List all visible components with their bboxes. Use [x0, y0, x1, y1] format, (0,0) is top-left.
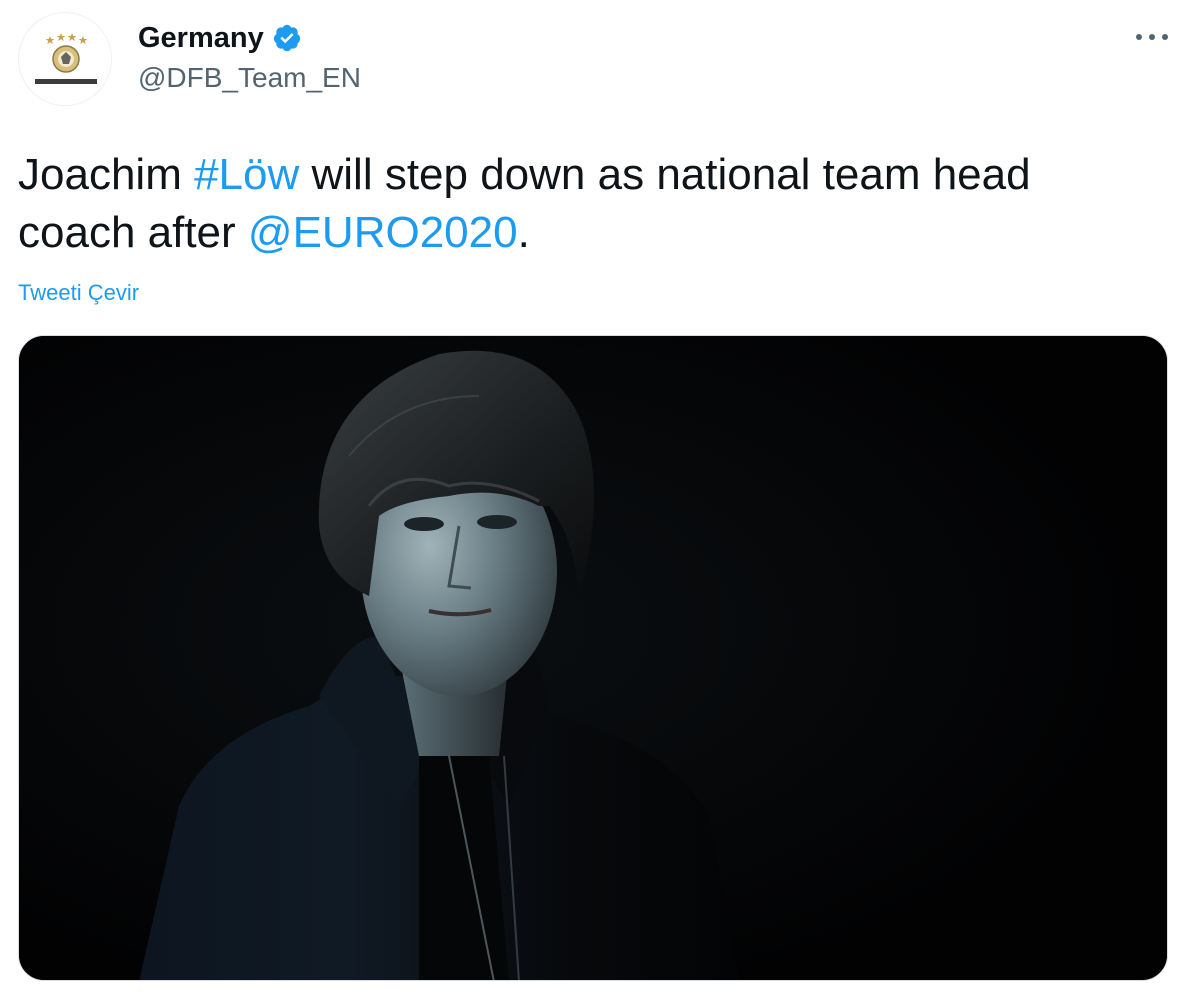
account-handle[interactable]: @DFB_Team_EN — [138, 60, 361, 96]
tweet-text-part: . — [517, 208, 530, 257]
mention-link[interactable]: @EURO2020 — [248, 208, 518, 257]
hashtag-link[interactable]: #Löw — [194, 150, 299, 199]
translate-tweet-link[interactable]: Tweeti Çevir — [18, 278, 139, 308]
tweet-text: Joachim #Löw will step down as national … — [18, 146, 1138, 262]
tweet-media-photo[interactable] — [18, 335, 1168, 981]
portrait-photo — [19, 336, 1167, 980]
tweet-text-part: Joachim — [18, 150, 195, 199]
account-name-row: Germany — [138, 20, 302, 56]
more-options-icon[interactable] — [1132, 22, 1172, 52]
account-display-name[interactable]: Germany — [138, 20, 264, 56]
tweet-card: Germany @DFB_Team_EN Joachim #Löw will s… — [0, 0, 1200, 1004]
dfb-crest-icon — [20, 14, 111, 105]
verified-badge-icon — [272, 23, 302, 53]
account-avatar[interactable] — [18, 12, 112, 106]
